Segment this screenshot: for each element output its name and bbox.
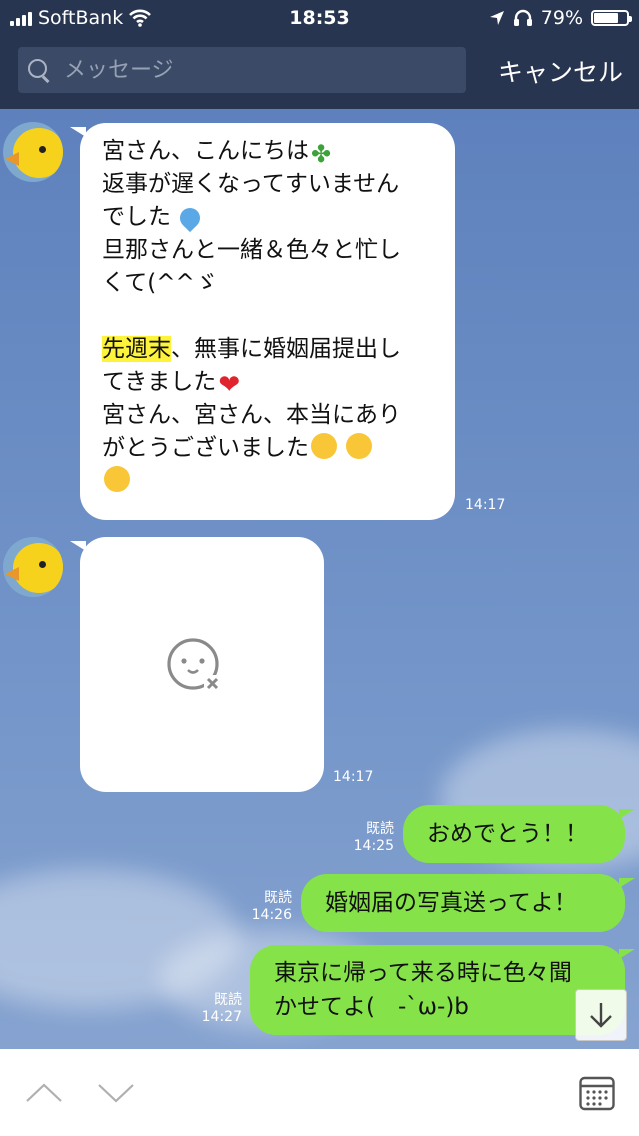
headphones-icon bbox=[513, 9, 532, 26]
message-text: おめでとう！！ bbox=[427, 821, 588, 847]
chevron-down-icon[interactable] bbox=[96, 1073, 136, 1113]
heart-icon: ❤ bbox=[218, 370, 241, 400]
status-bar: SoftBank 18:53 79% bbox=[0, 0, 639, 36]
search-input[interactable] bbox=[62, 56, 426, 84]
outgoing-message-bubble[interactable]: おめでとう！！ bbox=[403, 805, 635, 863]
calendar-icon[interactable] bbox=[579, 1075, 615, 1111]
read-receipt: 既読 14:26 bbox=[251, 890, 292, 923]
message-time: 14:17 bbox=[465, 497, 506, 513]
message-text: 婚姻届の写真送ってよ！ bbox=[325, 890, 577, 916]
outgoing-message-bubble[interactable]: 婚姻届の写真送ってよ！ bbox=[301, 874, 635, 932]
battery-percent: 79% bbox=[540, 7, 583, 29]
location-icon bbox=[489, 11, 504, 25]
bottom-toolbar bbox=[0, 1049, 639, 1136]
highlighted-text: 先週末 bbox=[102, 336, 171, 362]
droplet-icon bbox=[176, 203, 205, 233]
top-bar: SoftBank 18:53 79% キャンセル bbox=[0, 0, 639, 109]
image-message-bubble[interactable] bbox=[70, 537, 324, 792]
arrow-down-icon bbox=[590, 1003, 612, 1028]
incoming-message-bubble[interactable]: 宮さん、こんにちは✤ 返事が遅くなってすいません でした 旦那さんと一緒＆色々と… bbox=[70, 123, 455, 520]
message-text: 宮さん、こんにちは✤ 返事が遅くなってすいません でした 旦那さんと一緒＆色々と… bbox=[102, 135, 442, 498]
laughing-emoji-icon bbox=[346, 433, 373, 459]
message-text: 東京に帰って来る時に色々聞 かせてよ( -`ω-)b bbox=[274, 960, 572, 1020]
outgoing-message-bubble[interactable]: 東京に帰って来る時に色々聞 かせてよ( -`ω-)b bbox=[250, 945, 635, 1035]
scroll-to-bottom-button[interactable] bbox=[575, 989, 627, 1041]
chevron-up-icon[interactable] bbox=[24, 1073, 64, 1113]
battery-icon bbox=[591, 10, 632, 26]
search-icon bbox=[28, 59, 50, 81]
sender-avatar[interactable] bbox=[3, 122, 63, 182]
search-box[interactable] bbox=[18, 47, 466, 93]
clover-icon: ✤ bbox=[311, 140, 332, 168]
broken-image-icon bbox=[167, 638, 220, 691]
message-time: 14:17 bbox=[333, 769, 374, 785]
cancel-button[interactable]: キャンセル bbox=[498, 53, 623, 89]
status-right: 79% bbox=[489, 7, 632, 29]
chat-area[interactable]: 宮さん、こんにちは✤ 返事が遅くなってすいません でした 旦那さんと一緒＆色々と… bbox=[0, 109, 639, 1049]
laughing-emoji-icon bbox=[104, 466, 130, 492]
laughing-emoji-icon bbox=[311, 433, 337, 459]
sender-avatar[interactable] bbox=[3, 537, 63, 597]
read-receipt: 既読 14:25 bbox=[353, 821, 394, 854]
read-receipt: 既読 14:27 bbox=[201, 992, 242, 1025]
